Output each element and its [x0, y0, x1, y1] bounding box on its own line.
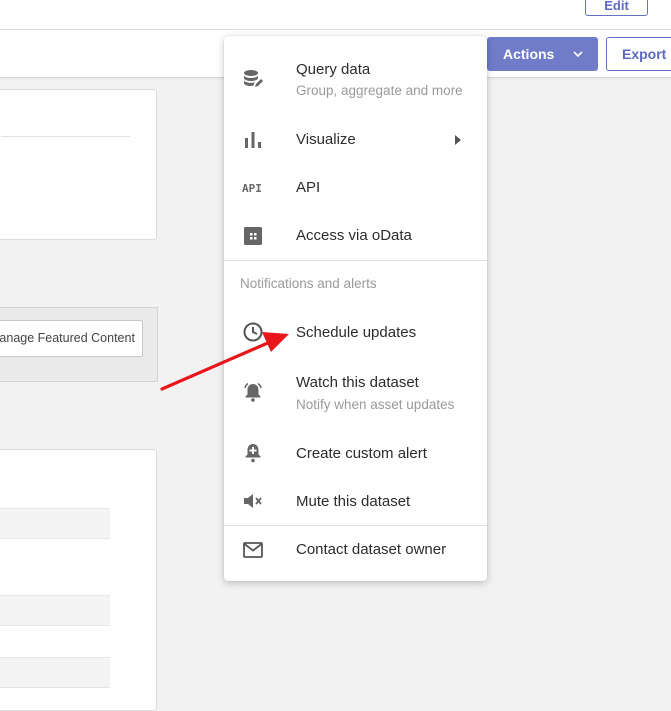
menu-item-mute-dataset[interactable]: Mute this dataset [224, 478, 487, 524]
info-card [0, 89, 157, 240]
export-button[interactable]: Export [606, 37, 671, 71]
menu-item-sublabel: Notify when asset updates [296, 397, 455, 412]
actions-menu: Query data Group, aggregate and more Vis… [224, 36, 487, 581]
menu-item-label: Watch this dataset [296, 374, 419, 391]
actions-button[interactable]: Actions [487, 37, 598, 71]
menu-item-api[interactable]: API API [224, 164, 487, 210]
api-icon: API [242, 182, 262, 195]
menu-item-label: Mute this dataset [296, 493, 411, 510]
menu-divider [224, 525, 487, 526]
menu-item-contact-owner[interactable]: Contact dataset owner [224, 527, 487, 575]
menu-item-label: Access via oData [296, 227, 412, 244]
menu-item-label: Query data [296, 61, 371, 78]
data-table-card [0, 449, 157, 711]
bar-chart-icon [245, 132, 261, 148]
menu-item-visualize[interactable]: Visualize [224, 116, 487, 162]
notifications-section-header: Notifications and alerts [240, 276, 377, 291]
menu-item-schedule-updates[interactable]: Schedule updates [224, 308, 487, 358]
menu-item-label: Create custom alert [296, 445, 427, 462]
menu-item-query-data[interactable]: Query data Group, aggregate and more [224, 50, 487, 106]
menu-item-create-custom-alert[interactable]: Create custom alert [224, 430, 487, 476]
table-row [0, 595, 110, 626]
card-divider [1, 136, 130, 137]
bell-plus-icon [245, 444, 261, 463]
bell-ring-icon [244, 382, 262, 402]
menu-item-label: Contact dataset owner [296, 541, 447, 558]
menu-item-watch-dataset[interactable]: Watch this dataset Notify when asset upd… [224, 362, 487, 420]
menu-divider [224, 260, 487, 261]
top-bar [0, 0, 671, 30]
volume-mute-icon [244, 494, 262, 508]
menu-item-label: API [296, 179, 321, 196]
database-edit-icon [244, 70, 263, 87]
table-grid-icon [244, 227, 262, 245]
table-row [0, 508, 110, 539]
svg-text:API: API [242, 182, 262, 195]
caret-right-icon [455, 135, 461, 145]
menu-item-access-odata[interactable]: Access via oData [224, 212, 487, 258]
table-row [0, 657, 110, 688]
edit-button[interactable]: Edit [585, 0, 648, 16]
manage-featured-content-button[interactable]: Manage Featured Content [0, 320, 143, 357]
menu-item-sublabel: Group, aggregate and more [296, 83, 463, 98]
menu-item-label: Visualize [296, 131, 356, 148]
mail-icon [243, 542, 263, 558]
actions-button-label: Actions [503, 46, 555, 62]
clock-icon [243, 322, 263, 342]
chevron-down-icon [573, 51, 583, 58]
menu-item-label: Schedule updates [296, 324, 417, 341]
